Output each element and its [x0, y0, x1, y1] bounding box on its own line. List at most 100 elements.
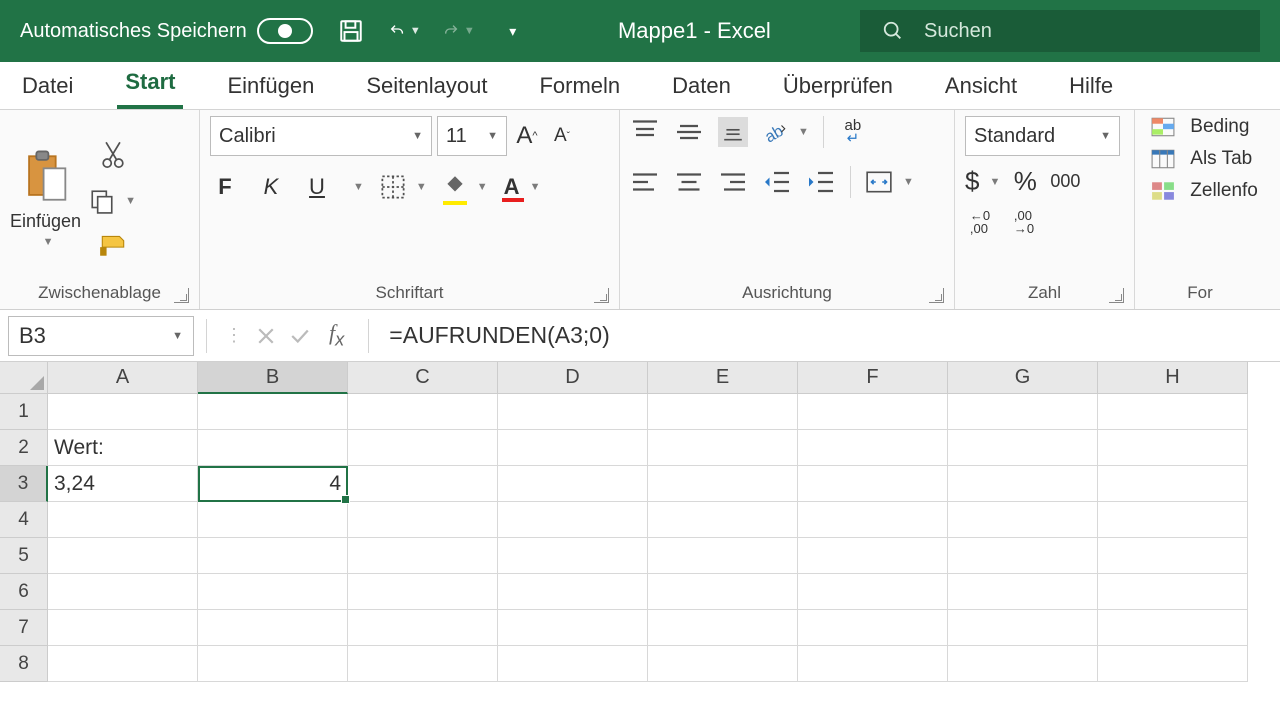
cell-c1[interactable] — [348, 394, 498, 430]
cell-b7[interactable] — [198, 610, 348, 646]
cell-e4[interactable] — [648, 502, 798, 538]
formula-input[interactable]: =AUFRUNDEN(A3;0) — [381, 322, 1272, 349]
cell-d4[interactable] — [498, 502, 648, 538]
cell-h7[interactable] — [1098, 610, 1248, 646]
align-middle-icon[interactable] — [674, 117, 704, 147]
autosave-toggle[interactable] — [257, 18, 313, 44]
percent-button[interactable]: % — [1010, 167, 1040, 197]
undo-icon[interactable]: ▼ — [389, 15, 421, 47]
cell-b3[interactable]: 4 — [198, 466, 348, 502]
tab-ueberpruefen[interactable]: Überprüfen — [775, 73, 901, 109]
cell-h5[interactable] — [1098, 538, 1248, 574]
cell-f7[interactable] — [798, 610, 948, 646]
format-painter-icon[interactable] — [98, 232, 128, 258]
conditional-format-button[interactable]: Beding — [1151, 116, 1249, 138]
cell-a5[interactable] — [48, 538, 198, 574]
borders-button[interactable]: ▼ — [380, 174, 427, 200]
cell-a8[interactable] — [48, 646, 198, 682]
redo-icon[interactable]: ▼ — [443, 15, 475, 47]
cell-h2[interactable] — [1098, 430, 1248, 466]
cell-e1[interactable] — [648, 394, 798, 430]
cell-d2[interactable] — [498, 430, 648, 466]
col-header-h[interactable]: H — [1098, 362, 1248, 394]
cell-g6[interactable] — [948, 574, 1098, 610]
cell-b4[interactable] — [198, 502, 348, 538]
cell-d6[interactable] — [498, 574, 648, 610]
decrease-indent-icon[interactable] — [762, 167, 792, 197]
qat-customize-icon[interactable]: ▾ — [497, 15, 529, 47]
row-header-2[interactable]: 2 — [0, 430, 48, 466]
cut-icon[interactable] — [101, 140, 125, 170]
save-icon[interactable] — [335, 15, 367, 47]
col-header-c[interactable]: C — [348, 362, 498, 394]
cell-a2[interactable]: Wert: — [48, 430, 198, 466]
cell-e8[interactable] — [648, 646, 798, 682]
cell-a4[interactable] — [48, 502, 198, 538]
cell-h4[interactable] — [1098, 502, 1248, 538]
cell-a7[interactable] — [48, 610, 198, 646]
cell-g3[interactable] — [948, 466, 1098, 502]
tab-ansicht[interactable]: Ansicht — [937, 73, 1025, 109]
font-launcher[interactable] — [594, 288, 609, 303]
cell-c2[interactable] — [348, 430, 498, 466]
orientation-button[interactable]: ab▼ — [762, 119, 809, 145]
format-as-table-button[interactable]: Als Tab — [1151, 148, 1252, 170]
cell-g2[interactable] — [948, 430, 1098, 466]
cell-h1[interactable] — [1098, 394, 1248, 430]
cell-g1[interactable] — [948, 394, 1098, 430]
fx-icon[interactable]: fx — [329, 320, 344, 350]
cell-styles-button[interactable]: Zellenfo — [1151, 180, 1258, 202]
cell-f6[interactable] — [798, 574, 948, 610]
align-bottom-icon[interactable] — [718, 117, 748, 147]
align-launcher[interactable] — [929, 288, 944, 303]
cell-g8[interactable] — [948, 646, 1098, 682]
wrap-text-icon[interactable]: ab↵ — [838, 117, 868, 147]
col-header-a[interactable]: A — [48, 362, 198, 394]
thousands-button[interactable]: 000 — [1050, 167, 1080, 197]
increase-font-icon[interactable]: A^ — [512, 121, 542, 151]
cell-b2[interactable] — [198, 430, 348, 466]
cell-c7[interactable] — [348, 610, 498, 646]
row-header-1[interactable]: 1 — [0, 394, 48, 430]
decrease-font-icon[interactable]: Aˇ — [547, 121, 577, 151]
row-header-4[interactable]: 4 — [0, 502, 48, 538]
align-top-icon[interactable] — [630, 117, 660, 147]
cell-g4[interactable] — [948, 502, 1098, 538]
merge-button[interactable]: ▼ — [865, 170, 914, 194]
row-header-6[interactable]: 6 — [0, 574, 48, 610]
cell-e5[interactable] — [648, 538, 798, 574]
cell-f2[interactable] — [798, 430, 948, 466]
cell-g7[interactable] — [948, 610, 1098, 646]
tab-datei[interactable]: Datei — [14, 73, 81, 109]
cell-g5[interactable] — [948, 538, 1098, 574]
paste-button[interactable]: Einfügen ▼ — [10, 149, 81, 248]
copy-icon[interactable]: ▼ — [89, 188, 136, 214]
col-header-b[interactable]: B — [198, 362, 348, 394]
cell-a3[interactable]: 3,24 — [48, 466, 198, 502]
search-box[interactable]: Suchen — [860, 10, 1260, 52]
cell-f8[interactable] — [798, 646, 948, 682]
cell-a6[interactable] — [48, 574, 198, 610]
confirm-formula-icon[interactable] — [283, 319, 317, 353]
fill-color-button[interactable]: ▼ — [443, 174, 488, 201]
cancel-formula-icon[interactable] — [249, 319, 283, 353]
cell-f3[interactable] — [798, 466, 948, 502]
cell-e7[interactable] — [648, 610, 798, 646]
align-right-icon[interactable] — [718, 167, 748, 197]
cell-b5[interactable] — [198, 538, 348, 574]
cell-h6[interactable] — [1098, 574, 1248, 610]
currency-button[interactable]: $▼ — [965, 166, 1000, 197]
tab-hilfe[interactable]: Hilfe — [1061, 73, 1121, 109]
tab-daten[interactable]: Daten — [664, 73, 739, 109]
align-center-icon[interactable] — [674, 167, 704, 197]
cell-f5[interactable] — [798, 538, 948, 574]
cell-c6[interactable] — [348, 574, 498, 610]
col-header-d[interactable]: D — [498, 362, 648, 394]
name-box[interactable]: B3▼ — [8, 316, 194, 356]
cell-d8[interactable] — [498, 646, 648, 682]
font-name-select[interactable]: Calibri▼ — [210, 116, 432, 156]
cell-e3[interactable] — [648, 466, 798, 502]
tab-formeln[interactable]: Formeln — [531, 73, 628, 109]
clipboard-launcher[interactable] — [174, 288, 189, 303]
spreadsheet-grid[interactable]: A B C D E F G H 1 2Wert: 33,244 4 5 6 7 … — [0, 362, 1280, 682]
